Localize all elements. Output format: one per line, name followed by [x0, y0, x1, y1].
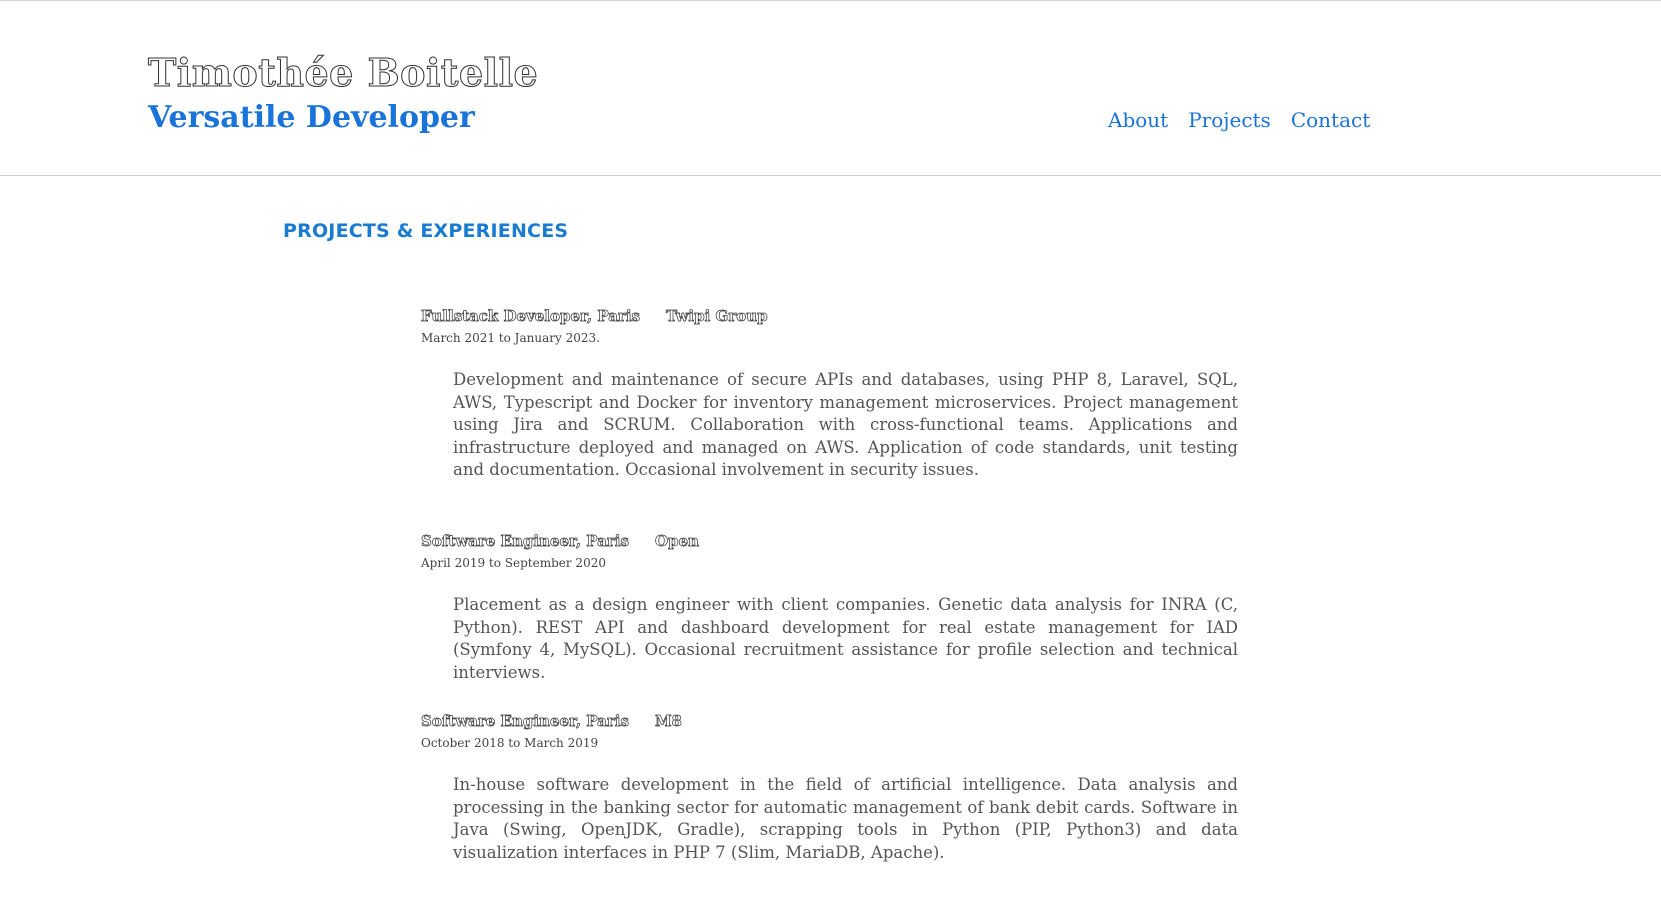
section-title: PROJECTS & EXPERIENCES	[283, 220, 569, 242]
experience-company: Twipi Group	[665, 307, 768, 326]
nav-link-about[interactable]: About	[1108, 108, 1168, 132]
experience-heading: Software Engineer, Paris Open	[421, 532, 1238, 554]
experience-heading: Software Engineer, Paris M8	[421, 712, 1238, 734]
site-name: Timothée Boitelle	[147, 50, 539, 96]
nav-link-contact[interactable]: Contact	[1291, 108, 1370, 132]
site-tagline: Versatile Developer	[148, 100, 475, 135]
experience-role: Fullstack Developer, Paris	[421, 307, 641, 326]
experience-heading: Fullstack Developer, Paris Twipi Group	[421, 307, 1238, 329]
experience-item: Software Engineer, Paris M8 October 2018 …	[421, 712, 1238, 864]
experience-description: Placement as a design engineer with clie…	[453, 595, 1238, 682]
experience-description: In-house software development in the fie…	[453, 775, 1238, 862]
experience-item: Software Engineer, Paris Open April 2019 …	[421, 532, 1238, 684]
experience-description: Development and maintenance of secure AP…	[453, 370, 1238, 479]
experience-company: M8	[654, 712, 683, 731]
experience-company: Open	[654, 532, 700, 551]
experience-role: Software Engineer, Paris	[421, 532, 630, 551]
experience-dates: April 2019 to September 2020	[421, 556, 606, 570]
experience-dates: March 2021 to January 2023.	[421, 331, 600, 345]
main-nav: About Projects Contact	[1108, 108, 1370, 132]
experience-item: Fullstack Developer, Paris Twipi Group Ma…	[421, 307, 1238, 482]
nav-link-projects[interactable]: Projects	[1188, 108, 1271, 132]
experience-role: Software Engineer, Paris	[421, 712, 630, 731]
site-header: Timothée Boitelle Versatile Developer Ab…	[0, 0, 1661, 176]
experience-dates: October 2018 to March 2019	[421, 736, 599, 750]
